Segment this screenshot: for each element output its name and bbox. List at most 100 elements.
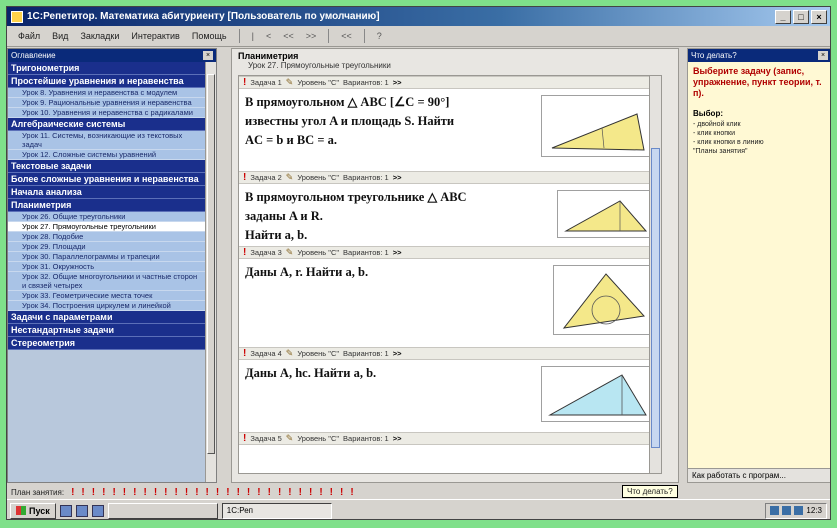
hint-close-icon[interactable]: × xyxy=(818,51,828,60)
task-header[interactable]: ! Задача 1 ✎ Уровень "C" Вариантов: 1 >> xyxy=(239,76,661,89)
plan-step-mark[interactable]: ! xyxy=(92,487,95,498)
content-scroll-thumb[interactable] xyxy=(651,148,660,448)
maximize-button[interactable]: □ xyxy=(793,9,809,24)
taskbar-button-explorer[interactable] xyxy=(107,502,218,519)
toc-lesson-item[interactable]: Урок 34. Построения циркулем и линейкой xyxy=(8,301,206,311)
toolbar-history-button[interactable]: << xyxy=(336,30,357,42)
toc-section[interactable]: Планиметрия xyxy=(8,199,206,212)
toc-section[interactable]: Более сложные уравнения и неравенства xyxy=(8,173,206,186)
quicklaunch-mail-icon[interactable] xyxy=(91,504,104,517)
plan-step-mark[interactable]: ! xyxy=(350,487,353,498)
task-header[interactable]: ! Задача 2 ✎ Уровень "C" Вариантов: 1 >> xyxy=(239,171,661,184)
task-next-arrow[interactable]: >> xyxy=(393,349,402,358)
plan-step-mark[interactable]: ! xyxy=(237,487,240,498)
plan-step-mark[interactable]: ! xyxy=(185,487,188,498)
plan-step-mark[interactable]: ! xyxy=(206,487,209,498)
breadcrumb-lesson[interactable]: Урок 27. Прямоугольные треугольники xyxy=(232,61,678,72)
task-body[interactable]: В прямоугольном треугольнике △ ABC задан… xyxy=(239,184,661,246)
task-body[interactable]: Даны A, r. Найти a, b. xyxy=(239,259,661,347)
task-next-arrow[interactable]: >> xyxy=(393,78,402,87)
toc-lesson-item[interactable]: Урок 28. Подобие xyxy=(8,232,206,242)
toc-section[interactable]: Простейшие уравнения и неравенства xyxy=(8,75,206,88)
plan-step-mark[interactable]: ! xyxy=(154,487,157,498)
plan-step-mark[interactable]: ! xyxy=(143,487,146,498)
content-scrollbar[interactable] xyxy=(649,76,661,473)
toc-lesson-item[interactable]: Урок 27. Прямоугольные треугольники xyxy=(8,222,206,232)
tray-volume-icon[interactable] xyxy=(782,506,792,515)
task-body[interactable]: В прямоугольном △ ABC [∠C = 90°] известн… xyxy=(239,89,661,171)
toc-close-icon[interactable]: × xyxy=(203,51,213,60)
plan-step-mark[interactable]: ! xyxy=(175,487,178,498)
toc-scroll-thumb[interactable] xyxy=(207,74,215,454)
task-header[interactable]: ! Задача 5 ✎ Уровень "C" Вариантов: 1 >> xyxy=(239,432,661,445)
toc-lesson-item[interactable]: Урок 8. Уравнения и неравенства с модуле… xyxy=(8,88,206,98)
plan-step-mark[interactable]: ! xyxy=(133,487,136,498)
plan-step-mark[interactable]: ! xyxy=(102,487,105,498)
toc-lesson-item[interactable]: Урок 29. Площади xyxy=(8,242,206,252)
quicklaunch-ie-icon[interactable] xyxy=(59,504,72,517)
tray-language-icon[interactable] xyxy=(770,506,780,515)
menu-file[interactable]: Файл xyxy=(13,29,45,43)
plan-step-mark[interactable]: ! xyxy=(216,487,219,498)
start-button[interactable]: Пуск xyxy=(10,502,56,519)
toolbar-help-button[interactable]: ? xyxy=(372,30,387,42)
task-body[interactable]: Даны A, hc. Найти a, b. xyxy=(239,360,661,432)
plan-step-mark[interactable]: ! xyxy=(247,487,250,498)
toc-section[interactable]: Алгебраические системы xyxy=(8,118,206,131)
breadcrumb-section[interactable]: Планиметрия xyxy=(232,49,678,61)
task-header[interactable]: ! Задача 3 ✎ Уровень "C" Вариантов: 1 >> xyxy=(239,246,661,259)
plan-step-mark[interactable]: ! xyxy=(268,487,271,498)
toolbar-back-button[interactable]: < xyxy=(261,30,276,42)
toc-lesson-item[interactable]: Урок 31. Окружность xyxy=(8,262,206,272)
plan-step-mark[interactable]: ! xyxy=(81,487,84,498)
toc-section[interactable]: Стереометрия xyxy=(8,337,206,350)
toc-lesson-item[interactable]: Урок 33. Геометрические места точек xyxy=(8,291,206,301)
how-to-link[interactable]: Как работать с програм... xyxy=(688,468,830,482)
toc-section[interactable]: Текстовые задачи xyxy=(8,160,206,173)
task-next-arrow[interactable]: >> xyxy=(393,434,402,443)
plan-step-mark[interactable]: ! xyxy=(257,487,260,498)
toc-lesson-item[interactable]: Урок 26. Общие треугольники xyxy=(8,212,206,222)
plan-step-mark[interactable]: ! xyxy=(299,487,302,498)
plan-step-mark[interactable]: ! xyxy=(112,487,115,498)
what-to-do-tooltip[interactable]: Что делать? xyxy=(622,485,678,498)
plan-step-mark[interactable]: ! xyxy=(164,487,167,498)
task-header[interactable]: ! Задача 4 ✎ Уровень "C" Вариантов: 1 >> xyxy=(239,347,661,360)
plan-step-mark[interactable]: ! xyxy=(71,487,74,498)
task-next-arrow[interactable]: >> xyxy=(393,173,402,182)
plan-step-mark[interactable]: ! xyxy=(330,487,333,498)
menu-view[interactable]: Вид xyxy=(47,29,73,43)
toc-lesson-item[interactable]: Урок 32. Общие многоугольники и частные … xyxy=(8,272,206,291)
taskbar-button-app[interactable]: 1С:Реп xyxy=(221,502,332,519)
plan-step-mark[interactable]: ! xyxy=(309,487,312,498)
menu-interactive[interactable]: Интерактив xyxy=(126,29,184,43)
toc-section[interactable]: Задачи с параметрами xyxy=(8,311,206,324)
plan-step-mark[interactable]: ! xyxy=(123,487,126,498)
toolbar-rewind-button[interactable]: << xyxy=(278,30,299,42)
toc-lesson-item[interactable]: Урок 10. Уравнения и неравенства с радик… xyxy=(8,108,206,118)
toc-lesson-item[interactable]: Урок 9. Рациональные уравнения и неравен… xyxy=(8,98,206,108)
toc-lesson-item[interactable]: Урок 30. Параллелограммы и трапеции xyxy=(8,252,206,262)
toc-scrollbar[interactable] xyxy=(205,62,216,482)
quicklaunch-desktop-icon[interactable] xyxy=(75,504,88,517)
menu-bookmarks[interactable]: Закладки xyxy=(75,29,124,43)
toc-lesson-item[interactable]: Урок 11. Системы, возникающие из текстов… xyxy=(8,131,206,150)
tray-network-icon[interactable] xyxy=(794,506,804,515)
menu-help[interactable]: Помощь xyxy=(187,29,232,43)
toc-section[interactable]: Начала анализа xyxy=(8,186,206,199)
plan-step-mark[interactable]: ! xyxy=(319,487,322,498)
toc-section[interactable]: Нестандартные задачи xyxy=(8,324,206,337)
toc-lesson-item[interactable]: Урок 12. Сложные системы уравнений xyxy=(8,150,206,160)
plan-step-mark[interactable]: ! xyxy=(288,487,291,498)
toc-section[interactable]: Тригонометрия xyxy=(8,62,206,75)
toolbar-first-button[interactable]: | xyxy=(247,30,259,42)
plan-step-mark[interactable]: ! xyxy=(226,487,229,498)
plan-step-mark[interactable]: ! xyxy=(340,487,343,498)
plan-step-mark[interactable]: ! xyxy=(195,487,198,498)
minimize-button[interactable]: _ xyxy=(775,9,791,24)
close-button[interactable]: × xyxy=(811,9,827,24)
toolbar-forward-button[interactable]: >> xyxy=(301,30,322,42)
priority-mark-icon: ! xyxy=(243,348,247,359)
task-next-arrow[interactable]: >> xyxy=(393,248,402,257)
plan-step-mark[interactable]: ! xyxy=(278,487,281,498)
